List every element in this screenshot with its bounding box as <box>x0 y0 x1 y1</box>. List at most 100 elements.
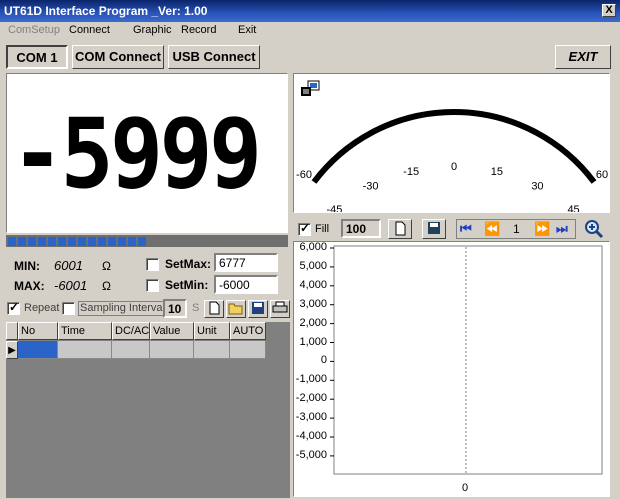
setmax-label: SetMax: <box>165 257 212 271</box>
record-table[interactable]: No Time DC/AC Value Unit AUTO ▶ <box>6 322 290 498</box>
bargraph-segment <box>68 237 76 246</box>
gauge-tick-label: -30 <box>363 181 379 193</box>
min-value: 6001 <box>54 258 83 273</box>
y-axis-tick-label: -2,000 <box>295 392 327 405</box>
menu-bar: ComSetup Connect Graphic Record Exit <box>0 22 620 40</box>
bargraph-segment <box>28 237 36 246</box>
record-toolbar: Repeat Sampling Interval 10 S <box>6 299 290 318</box>
max-value: -6001 <box>54 278 88 293</box>
y-axis-tick-label: 6,000 <box>299 241 327 253</box>
next-page-icon[interactable]: ⏩ <box>534 221 550 237</box>
last-page-icon[interactable]: ⏭ <box>556 221 568 237</box>
zoom-icon[interactable] <box>584 219 604 242</box>
y-axis-tick-label: 3,000 <box>299 297 327 310</box>
y-axis-tick-label: -4,000 <box>295 430 327 442</box>
graph-toolbar: Fill 100 ⏮ ⏪ 1 ⏩ ⏭ <box>294 217 610 241</box>
graph-panel: 6,000 5,000 4,000 3,000 2,000 1,000 0 -1,000 -2,… <box>293 241 610 497</box>
bargraph-segment <box>138 237 146 246</box>
x-axis-label: 0 <box>462 482 469 494</box>
table-cell[interactable] <box>194 341 230 359</box>
gauge-tick-label: 15 <box>491 166 503 178</box>
table-cell[interactable] <box>58 341 112 359</box>
bargraph-segment <box>108 237 116 246</box>
y-axis-tick-label: 0 <box>320 354 327 367</box>
save-graph-icon[interactable] <box>422 219 446 239</box>
setmin-label: SetMin: <box>165 278 209 292</box>
new-graph-icon[interactable] <box>388 219 412 239</box>
y-axis-tick-label: 1,000 <box>299 335 327 348</box>
reading-value: -5999 <box>11 98 262 210</box>
usb-connect-button[interactable]: USB Connect <box>168 45 260 69</box>
y-axis-tick-label: -5,000 <box>295 448 327 461</box>
column-header-no[interactable]: No <box>18 322 58 340</box>
digital-display: -5999 <box>6 73 288 233</box>
column-header-time[interactable]: Time <box>58 322 112 340</box>
max-unit: Ω <box>102 279 111 293</box>
gauge-tick-label: -60 <box>296 169 312 181</box>
menu-connect[interactable]: Connect <box>69 24 110 36</box>
min-max-panel: MIN: 6001 Ω MAX: -6001 Ω SetMax: 6777 Se… <box>6 250 288 298</box>
fill-label: Fill <box>315 223 330 235</box>
sampling-interval-field[interactable]: 10 <box>163 299 187 318</box>
gauge-tick-label: -15 <box>403 166 419 178</box>
bargraph-segment <box>88 237 96 246</box>
y-axis-tick-label: 5,000 <box>299 259 327 272</box>
gauge-tick-label: 60 <box>596 169 608 181</box>
new-file-icon[interactable] <box>204 300 224 318</box>
bargraph <box>6 235 288 247</box>
bargraph-segment <box>8 237 16 246</box>
gauge-tick-label: 0 <box>451 161 457 173</box>
exit-button[interactable]: EXIT <box>555 45 611 69</box>
repeat-label: Repeat <box>24 302 60 314</box>
column-header-value[interactable]: Value <box>150 322 194 340</box>
bargraph-segment <box>98 237 106 246</box>
sampling-checkbox[interactable] <box>62 302 75 315</box>
gauge-svg: -60 -45 -30 -15 0 15 30 45 60 <box>296 109 608 212</box>
previous-page-icon[interactable]: ⏪ <box>484 221 500 237</box>
setmax-checkbox[interactable] <box>146 258 159 271</box>
column-header-auto[interactable]: AUTO <box>230 322 266 340</box>
open-folder-icon[interactable] <box>226 300 246 318</box>
y-axis-tick-label: -1,000 <box>295 373 327 386</box>
table-cell[interactable] <box>230 341 266 359</box>
gauge-tick-label: -45 <box>326 204 342 212</box>
repeat-checkbox[interactable] <box>7 300 20 315</box>
com-connect-button[interactable]: COM Connect <box>72 45 164 69</box>
analog-gauge: -60 -45 -30 -15 0 15 30 45 60 <box>293 73 610 213</box>
fill-checkbox[interactable] <box>298 221 311 236</box>
table-corner <box>6 322 18 340</box>
bargraph-segment <box>48 237 56 246</box>
table-cell[interactable] <box>18 341 58 359</box>
menu-graphic[interactable]: Graphic <box>133 24 172 36</box>
setmin-checkbox[interactable] <box>146 279 159 292</box>
title-bar: UT61D Interface Program _Ver: 1.00 X <box>0 0 620 22</box>
com-port-button[interactable]: COM 1 <box>6 45 68 69</box>
first-page-icon[interactable]: ⏮ <box>460 221 472 237</box>
y-axis-tick-label: -3,000 <box>295 411 327 424</box>
bargraph-segment <box>78 237 86 246</box>
page-number: 1 <box>513 222 520 236</box>
bargraph-segment <box>38 237 46 246</box>
y-axis-tick-label: 2,000 <box>299 316 327 329</box>
bargraph-segment <box>18 237 26 246</box>
min-unit: Ω <box>102 259 111 273</box>
min-label: MIN: <box>14 259 40 273</box>
column-header-unit[interactable]: Unit <box>194 322 230 340</box>
bargraph-segment <box>128 237 136 246</box>
y-axis-tick-label: 4,000 <box>299 278 327 291</box>
points-field[interactable]: 100 <box>341 219 381 238</box>
menu-record[interactable]: Record <box>181 24 216 36</box>
gauge-tick-label: 30 <box>531 181 543 193</box>
bargraph-segment <box>58 237 66 246</box>
menu-comsetup[interactable]: ComSetup <box>8 24 60 36</box>
bargraph-segment <box>118 237 126 246</box>
column-header-dcac[interactable]: DC/AC <box>112 322 150 340</box>
menu-exit[interactable]: Exit <box>238 24 256 36</box>
close-button[interactable]: X <box>602 4 616 17</box>
graph-svg <box>330 245 603 475</box>
max-label: MAX: <box>14 279 45 293</box>
sampling-label: Sampling Interval <box>78 301 167 316</box>
save-icon[interactable] <box>248 300 268 318</box>
table-cell[interactable] <box>150 341 194 359</box>
table-cell[interactable] <box>112 341 150 359</box>
